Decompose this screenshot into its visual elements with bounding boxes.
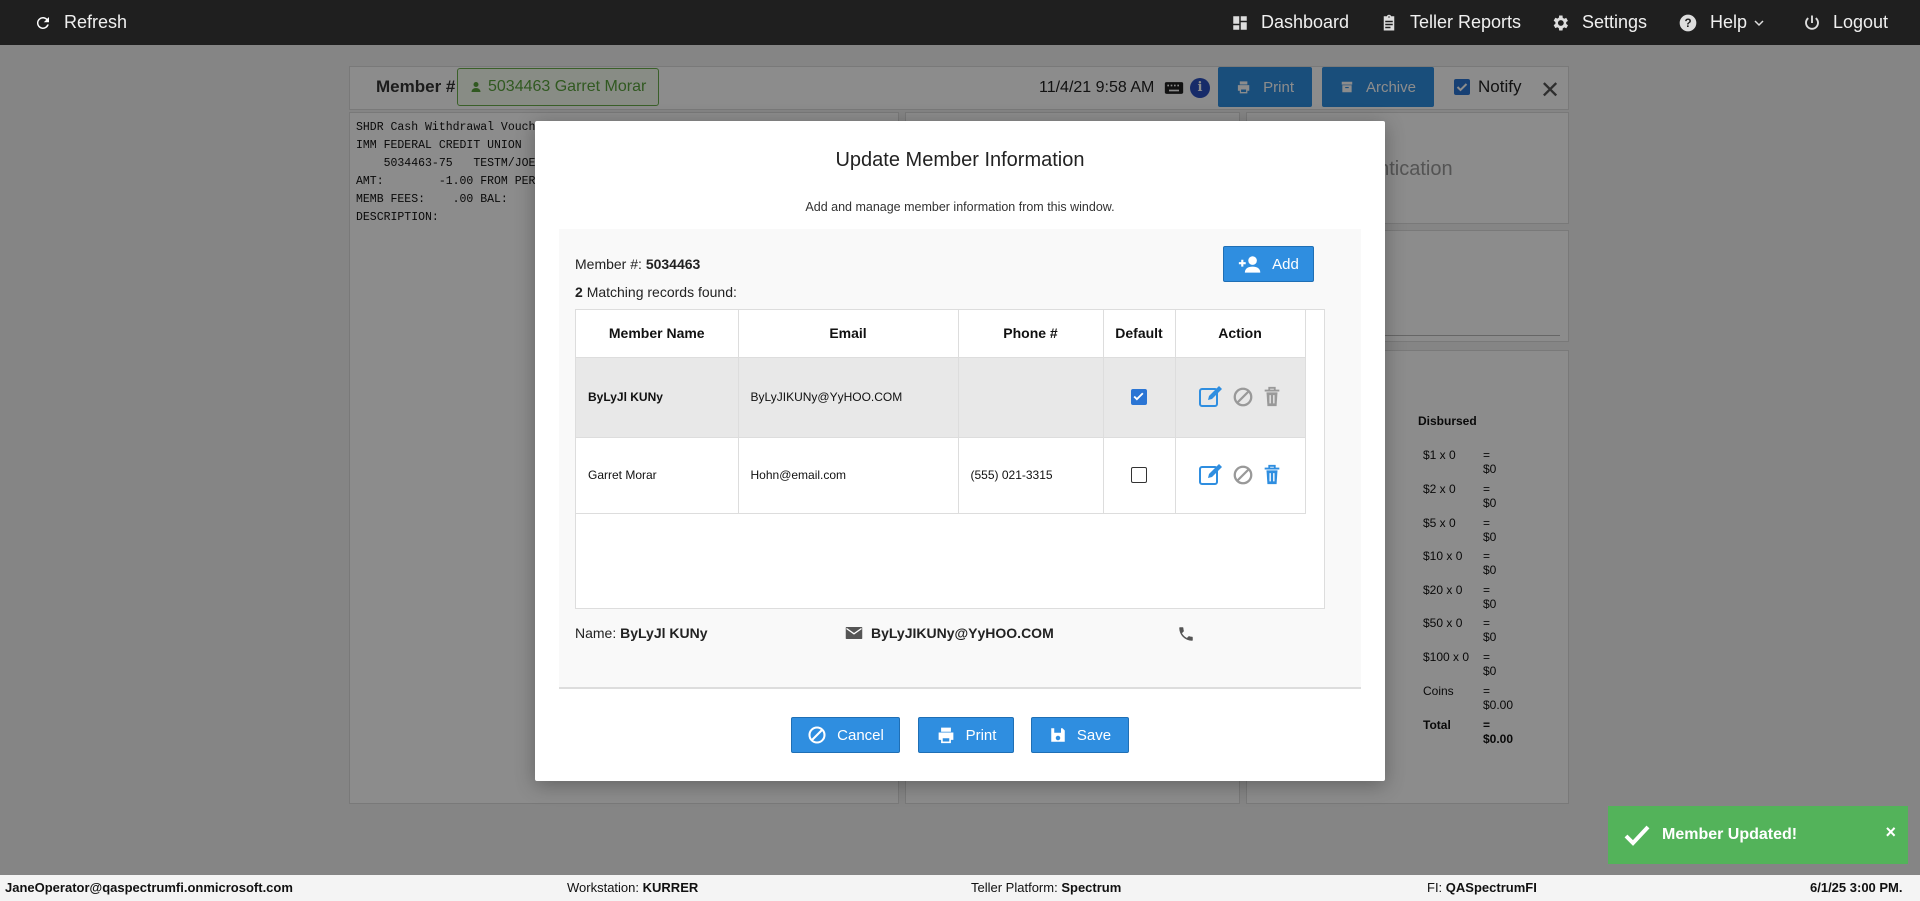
nav-dashboard-label: Dashboard xyxy=(1261,12,1350,32)
nav-settings-label: Settings xyxy=(1582,12,1648,32)
selected-email-value: ByLyJIKUNy@YyHOO.COM xyxy=(871,625,1054,641)
print-label: Print xyxy=(965,726,997,744)
platform-label: Teller Platform: xyxy=(971,880,1058,895)
disable-icon[interactable] xyxy=(1232,386,1254,408)
match-count-value: 2 xyxy=(575,284,583,300)
member-records-table: Member Name Email Phone # Default Action… xyxy=(575,309,1325,609)
status-fi: FI: QASpectrumFI xyxy=(1427,880,1537,895)
nav-logout[interactable]: Logout xyxy=(1803,0,1888,45)
default-checkbox[interactable] xyxy=(1131,389,1147,405)
match-count: 2 Matching records found: xyxy=(575,284,737,300)
clipboard-icon xyxy=(1383,14,1395,30)
refresh-label: Refresh xyxy=(64,12,128,32)
modal-subtitle: Add and manage member information from t… xyxy=(805,200,1115,214)
top-nav: Refresh Dashboard Teller Reports Setting… xyxy=(0,0,1920,45)
printer-icon xyxy=(938,727,953,744)
table-row[interactable]: Garret Morar Hohn@email.com (555) 021-33… xyxy=(576,437,1306,514)
selected-name-value: ByLyJl KUNy xyxy=(620,625,708,641)
trash-icon[interactable] xyxy=(1262,464,1282,486)
platform-value: Spectrum xyxy=(1061,880,1122,895)
refresh-icon xyxy=(36,16,49,29)
column-header-member-name[interactable]: Member Name xyxy=(576,310,739,358)
status-datetime: 6/1/25 3:00 PM. xyxy=(1810,880,1903,895)
nav-help-label: Help xyxy=(1710,12,1748,32)
selected-member-email: ByLyJIKUNy@YyHOO.COM xyxy=(845,625,1054,641)
default-cell xyxy=(1103,437,1176,514)
modal-title: Update Member Information xyxy=(835,149,1085,171)
modal-body: Member #: 5034463 2 Matching records fou… xyxy=(559,229,1361,689)
fi-label: FI: xyxy=(1427,880,1443,895)
add-member-label: Add xyxy=(1272,255,1299,273)
nav-teller-reports-label: Teller Reports xyxy=(1410,12,1522,32)
dashboard-icon xyxy=(1233,15,1247,30)
edit-icon[interactable] xyxy=(1198,463,1224,487)
workstation-label: Workstation: xyxy=(567,880,640,895)
cancel-button[interactable]: Cancel xyxy=(791,717,900,753)
save-button[interactable]: Save xyxy=(1031,717,1129,753)
power-icon xyxy=(1805,15,1819,30)
gear-icon xyxy=(1553,15,1568,30)
fi-value: QASpectrumFI xyxy=(1445,880,1537,895)
member-name-cell: ByLyJl KUNy xyxy=(576,357,739,438)
selected-member-name: Name: ByLyJl KUNy xyxy=(575,625,708,641)
default-cell xyxy=(1103,357,1176,438)
match-count-text: Matching records found: xyxy=(586,284,737,300)
cancel-label: Cancel xyxy=(837,726,884,744)
nav-settings[interactable]: Settings xyxy=(1550,0,1647,45)
column-header-phone[interactable]: Phone # xyxy=(958,310,1104,358)
question-icon: ? xyxy=(1679,14,1697,31)
member-name-cell: Garret Morar xyxy=(576,437,739,514)
add-user-icon xyxy=(1238,256,1261,273)
email-cell: Hohn@email.com xyxy=(738,437,959,514)
nav-logout-label: Logout xyxy=(1833,12,1889,32)
toast-close-icon[interactable]: × xyxy=(1885,822,1896,843)
save-label: Save xyxy=(1076,726,1112,744)
toast-message: Member Updated! xyxy=(1662,826,1798,843)
floppy-disk-icon xyxy=(1051,728,1065,742)
disable-icon[interactable] xyxy=(1232,464,1254,486)
member-number-label: Member #: xyxy=(575,256,642,272)
phone-cell: (555) 021-3315 xyxy=(958,437,1104,514)
phone-icon xyxy=(1179,627,1193,641)
svg-text:?: ? xyxy=(1684,17,1691,30)
member-number-value: 5034463 xyxy=(645,256,701,272)
action-cell xyxy=(1175,357,1306,438)
status-workstation: Workstation: KURRER xyxy=(567,880,698,895)
print-button[interactable]: Print xyxy=(918,717,1014,753)
trash-icon[interactable] xyxy=(1262,386,1282,408)
update-member-modal: Update Member Information Add and manage… xyxy=(535,121,1385,781)
column-header-email[interactable]: Email xyxy=(738,310,959,358)
add-member-button[interactable]: Add xyxy=(1223,246,1314,282)
envelope-icon xyxy=(845,627,863,639)
status-platform: Teller Platform: Spectrum xyxy=(971,880,1121,895)
phone-cell xyxy=(958,357,1104,438)
selected-name-label: Name: xyxy=(575,625,617,641)
nav-dashboard[interactable]: Dashboard xyxy=(1231,0,1349,45)
column-header-action: Action xyxy=(1175,310,1306,358)
check-icon xyxy=(1133,392,1144,401)
refresh-button[interactable]: Refresh xyxy=(34,0,127,45)
checkmark-icon xyxy=(1624,825,1650,846)
nav-help[interactable]: ? Help xyxy=(1678,0,1765,45)
cancel-icon xyxy=(808,726,826,744)
workstation-value: KURRER xyxy=(642,880,699,895)
column-header-default[interactable]: Default xyxy=(1103,310,1176,358)
chevron-down-icon xyxy=(1754,19,1764,26)
table-row[interactable]: ByLyJl KUNy ByLyJIKUNy@YyHOO.COM xyxy=(576,357,1306,438)
nav-teller-reports[interactable]: Teller Reports xyxy=(1380,0,1521,45)
default-checkbox[interactable] xyxy=(1131,467,1147,483)
member-number: Member #: 5034463 xyxy=(575,256,700,272)
email-cell: ByLyJIKUNy@YyHOO.COM xyxy=(738,357,959,438)
status-user: JaneOperator@qaspectrumfi.onmicrosoft.co… xyxy=(5,880,293,895)
status-bar: JaneOperator@qaspectrumfi.onmicrosoft.co… xyxy=(0,875,1920,901)
action-cell xyxy=(1175,437,1306,514)
success-toast: Member Updated! × xyxy=(1608,806,1908,864)
edit-icon[interactable] xyxy=(1198,385,1224,409)
